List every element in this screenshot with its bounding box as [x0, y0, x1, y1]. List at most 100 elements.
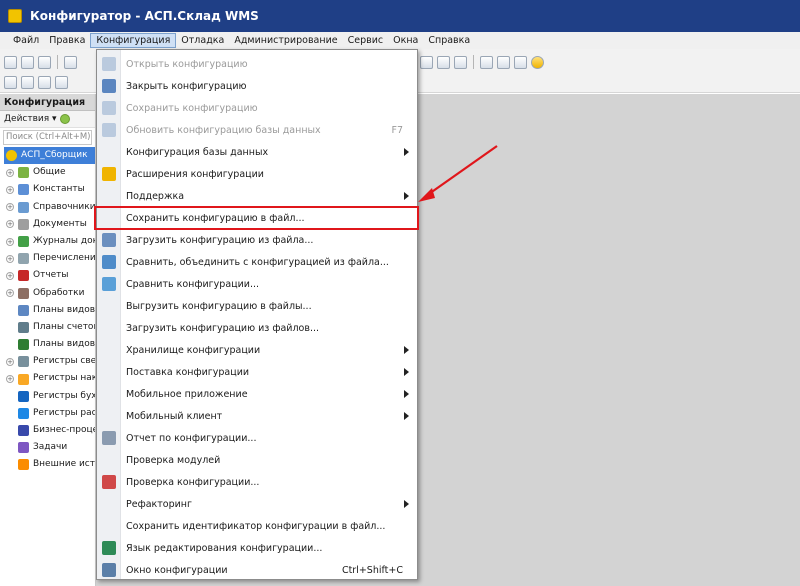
config-menu-item[interactable]: Закрыть конфигурацию: [97, 75, 417, 97]
tree-item[interactable]: Регистры бухгалтерии: [0, 388, 95, 405]
tree-item[interactable]: Задачи: [0, 439, 95, 456]
config-menu-item-label: Загрузить конфигурацию из файлов...: [126, 322, 320, 334]
tree-item[interactable]: АСП_Сборщик: [4, 147, 95, 165]
configuration-menu-dropdown: Открыть конфигурацию Закрыть конфигурацию…: [96, 49, 418, 580]
breakpoint-icon[interactable]: [497, 55, 510, 69]
config-menu-item[interactable]: Загрузить конфигурацию из файла...: [97, 229, 417, 251]
config-menu-item[interactable]: Расширения конфигурации: [97, 163, 417, 185]
table-icon[interactable]: [38, 75, 51, 89]
menu-5[interactable]: Сервис: [343, 33, 389, 48]
config-menu-item[interactable]: Хранилище конфигурации: [97, 339, 417, 361]
tree-item[interactable]: Планы видов характеристик: [0, 302, 95, 319]
app-logo-icon: [8, 9, 22, 23]
config-menu-item[interactable]: Поставка конфигурации: [97, 361, 417, 383]
search-icon[interactable]: [454, 55, 467, 69]
config-menu-item[interactable]: Окно конфигурации Ctrl+Shift+C: [97, 559, 417, 581]
cut-icon[interactable]: [64, 55, 77, 69]
expand-icon[interactable]: +: [6, 375, 14, 384]
tree-item-label: Регистры сведений: [33, 356, 96, 367]
tree-item[interactable]: Планы видов расчета: [0, 336, 95, 353]
tree-item[interactable]: Бизнес-процессы: [0, 422, 95, 439]
actions-dropdown[interactable]: Действия ▾: [4, 111, 57, 128]
open-folder-icon[interactable]: [21, 55, 34, 69]
tree-item[interactable]: + Отчеты: [0, 267, 95, 284]
menu-2[interactable]: Конфигурация: [90, 33, 177, 48]
menu-4[interactable]: Администрирование: [229, 33, 342, 48]
expand-icon[interactable]: +: [6, 357, 14, 366]
menu-0[interactable]: Файл: [8, 33, 44, 48]
find-icon[interactable]: [420, 55, 433, 69]
panel-header: Конфигурация: [0, 94, 95, 111]
config-report-icon: [102, 431, 116, 445]
save-config-icon: [102, 101, 116, 115]
submenu-arrow-icon: [404, 148, 409, 156]
extensions-icon: [102, 167, 116, 181]
config-menu-item[interactable]: Язык редактирования конфигурации...: [97, 537, 417, 559]
tree-item[interactable]: Планы счетов: [0, 319, 95, 336]
config-menu-item[interactable]: Сравнить конфигурации...: [97, 273, 417, 295]
list-icon[interactable]: [4, 75, 17, 89]
config-menu-item[interactable]: Сравнить, объединить с конфигурацией из …: [97, 251, 417, 273]
grid-icon[interactable]: [55, 75, 68, 89]
tree-item[interactable]: + Регистры сведений: [0, 353, 95, 370]
tree-search-input[interactable]: Поиск (Ctrl+Alt+M): [3, 130, 92, 145]
tree-item[interactable]: + Документы: [0, 216, 95, 233]
debug-icon[interactable]: [480, 55, 493, 69]
config-menu-item[interactable]: Выгрузить конфигурацию в файлы...: [97, 295, 417, 317]
tree-item[interactable]: + Общие: [0, 164, 95, 181]
common-icon: [18, 167, 29, 179]
tree-item[interactable]: + Журналы документов: [0, 233, 95, 250]
submenu-arrow-icon: [404, 390, 409, 398]
config-menu-item[interactable]: Загрузить конфигурацию из файлов...: [97, 317, 417, 339]
tree-item[interactable]: + Константы: [0, 181, 95, 198]
tree-item[interactable]: + Регистры накопления: [0, 370, 95, 387]
add-icon[interactable]: [59, 114, 70, 124]
config-menu-item[interactable]: Мобильное приложение: [97, 383, 417, 405]
tree-item[interactable]: Внешние источники: [0, 456, 95, 473]
tree-item-label: Обработки: [33, 287, 85, 298]
syntax-check-icon[interactable]: [514, 55, 527, 69]
config-menu-item[interactable]: Поддержка: [97, 185, 417, 207]
config-menu-item[interactable]: Мобильный клиент: [97, 405, 417, 427]
update-db-config-icon: [102, 123, 116, 137]
tree-item-label: Регистры бухгалтерии: [33, 390, 95, 401]
tree-item-label: Константы: [33, 184, 85, 195]
tree-item-label: Отчеты: [33, 270, 69, 281]
config-menu-item[interactable]: Конфигурация базы данных: [97, 141, 417, 163]
highlight-box: [94, 206, 419, 230]
config-menu-item[interactable]: Сохранить идентификатор конфигурации в ф…: [97, 515, 417, 537]
config-menu-item[interactable]: Проверка модулей: [97, 449, 417, 471]
expand-icon[interactable]: +: [6, 289, 14, 298]
menu-7[interactable]: Справка: [423, 33, 475, 48]
enums-icon: [18, 253, 29, 265]
expand-icon[interactable]: +: [6, 203, 14, 212]
expand-icon[interactable]: +: [6, 237, 14, 246]
config-menu-item[interactable]: Открыть конфигурацию: [97, 53, 417, 75]
config-menu-item-label: Закрыть конфигурацию: [126, 80, 247, 92]
new-file-icon[interactable]: [4, 55, 17, 69]
tree-item-label: Перечисления: [33, 253, 96, 264]
expand-icon[interactable]: +: [6, 185, 14, 194]
expand-icon[interactable]: +: [6, 271, 14, 280]
save-icon[interactable]: [38, 55, 51, 69]
close-config-icon: [102, 79, 116, 93]
menu-3[interactable]: Отладка: [176, 33, 229, 48]
menu-6[interactable]: Окна: [388, 33, 423, 48]
expand-icon[interactable]: +: [6, 220, 14, 229]
tree-item[interactable]: + Справочники: [0, 199, 95, 216]
info-icon[interactable]: [531, 55, 544, 69]
config-menu-item[interactable]: Сохранить конфигурацию: [97, 97, 417, 119]
find-next-icon[interactable]: [437, 55, 450, 69]
config-menu-item[interactable]: Рефакторинг: [97, 493, 417, 515]
tree-item[interactable]: Регистры расчета: [0, 405, 95, 422]
tree-item[interactable]: + Обработки: [0, 285, 95, 302]
expand-icon[interactable]: +: [6, 168, 14, 177]
menu-1[interactable]: Правка: [44, 33, 90, 48]
config-menu-item-label: Поставка конфигурации: [126, 366, 250, 378]
expand-icon[interactable]: +: [6, 254, 14, 263]
config-menu-item[interactable]: Обновить конфигурацию базы данных F7: [97, 119, 417, 141]
tree-item[interactable]: + Перечисления: [0, 250, 95, 267]
config-menu-item[interactable]: Отчет по конфигурации...: [97, 427, 417, 449]
config-menu-item[interactable]: Проверка конфигурации...: [97, 471, 417, 493]
properties-icon[interactable]: [21, 75, 34, 89]
